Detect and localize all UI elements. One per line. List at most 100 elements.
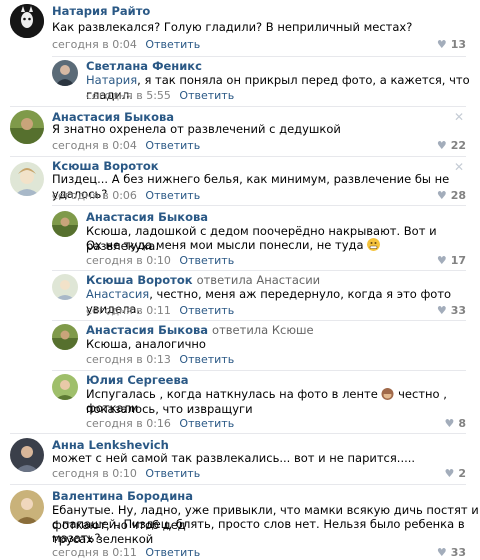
reply-button[interactable]: Ответить [179,254,234,267]
comment-text-line: фоткали [86,401,139,415]
comment-meta: сегодня в 0:06 Ответить [52,189,200,202]
comment-meta: сегодня в 0:10 Ответить [52,467,200,480]
mention-link[interactable]: Анастасия [86,287,149,301]
reply-button[interactable]: Ответить [179,417,234,430]
comment-meta: сегодня в 0:04 Ответить [52,139,200,152]
reply-button[interactable]: Ответить [179,89,234,102]
comment-time[interactable]: сегодня в 0:10 [52,467,137,480]
heart-icon: ♥ [444,417,455,430]
reply-button[interactable]: Ответить [179,304,234,317]
reply-button[interactable]: Ответить [145,38,200,51]
comment-time[interactable]: сегодня в 0:04 [52,38,137,51]
comment-author[interactable]: Анна Lenkshevich [52,438,169,452]
comment-author[interactable]: Анастасия Быкова [86,210,208,224]
like-button[interactable]: ♥ 28 [437,189,466,202]
avatar-image [52,60,78,86]
separator [10,433,466,434]
comment-text: Как развлекался? Голую гладили? В неприл… [52,20,413,34]
mention-link[interactable]: Натария [86,73,137,87]
heart-icon: ♥ [436,38,447,51]
like-count: 13 [450,38,466,51]
comment-meta: сегодня в 0:11 Ответить [52,546,200,559]
reply-button[interactable]: Ответить [145,189,200,202]
like-count: 33 [450,546,466,559]
avatar-image [10,490,44,524]
comment-author[interactable]: Ксюша Вороток ответила Анастасии [86,273,320,287]
comment-meta: сегодня в 0:10 Ответить [86,254,234,267]
like-button[interactable]: ♥ 2 [444,467,466,480]
comment-meta: сегодня в 0:11 Ответить [86,304,234,317]
separator [52,270,466,271]
like-count: 22 [450,139,466,152]
comment-time[interactable]: сегодня в 0:04 [52,139,137,152]
author-name[interactable]: Анастасия Быкова [86,323,208,337]
avatar[interactable] [10,162,44,196]
heart-icon: ♥ [444,467,455,480]
comment-text: Я знатно охренела от развлечений с дедуш… [52,122,341,136]
monkey-emoji-icon [381,388,394,400]
like-count: 33 [450,304,466,317]
like-button[interactable]: ♥ 33 [437,546,466,559]
replied-to-label: ответила Ксюше [212,323,314,337]
comment-author[interactable]: Ксюша Вороток [52,159,159,173]
comment-text: Испугалась , когда наткнулась на фото в … [86,387,480,417]
comment-author[interactable]: Валентина Бородина [52,489,193,503]
like-count: 17 [450,254,466,267]
heart-icon: ♥ [436,546,447,559]
reply-button[interactable]: Ответить [145,546,200,559]
avatar[interactable] [52,211,78,237]
close-icon[interactable]: ✕ [454,110,464,124]
comment-time[interactable]: сегодня в 0:13 [86,353,171,366]
comment-author[interactable]: Анастасия Быкова ответила Ксюше [86,323,314,337]
like-button[interactable]: ♥ 13 [437,38,466,51]
separator [52,320,466,321]
comment-time[interactable]: сегодня в 0:11 [86,304,171,317]
like-button[interactable]: ♥ 8 [444,417,466,430]
comment-time[interactable]: сегодня в 0:11 [52,546,137,559]
reply-button[interactable]: Ответить [145,139,200,152]
author-name[interactable]: Ксюша Вороток [86,273,193,287]
avatar[interactable] [10,4,44,38]
comment-text-line: с папашей. Пиздец, блять, просто слов не… [52,517,465,546]
avatar[interactable] [52,374,78,400]
comment-meta: сегодня в 5:55 Ответить [86,89,234,102]
avatar[interactable] [10,438,44,472]
reply-button[interactable]: Ответить [145,467,200,480]
comment-meta: сегодня в 0:13 Ответить [86,353,234,366]
avatar-image [52,211,78,237]
avatar[interactable] [10,490,44,524]
heart-icon: ♥ [436,254,447,267]
separator [10,156,466,157]
comment-meta: сегодня в 0:16 Ответить [86,417,234,430]
separator [52,370,466,371]
like-button[interactable]: ♥ 17 [437,254,466,267]
comment-time[interactable]: сегодня в 5:55 [86,89,171,102]
heart-icon: ♥ [436,139,447,152]
avatar-image [52,324,78,350]
comment-time[interactable]: сегодня в 0:10 [86,254,171,267]
comment-author[interactable]: Юлия Сергеева [86,373,188,387]
comment-time[interactable]: сегодня в 0:06 [52,189,137,202]
heart-icon: ♥ [436,304,447,317]
avatar[interactable] [52,274,78,300]
separator [52,56,466,57]
comment-author[interactable]: Светлана Феникс [86,59,202,73]
separator [52,205,466,206]
comment-text-body: Испугалась , когда наткнулась на фото в … [86,387,378,401]
like-count: 2 [458,467,466,480]
reply-button[interactable]: Ответить [179,353,234,366]
comment-text: может с ней самой так развлекались... во… [52,451,416,465]
comment-text-body: Ох не туда меня мои мысли понесли, не ту… [86,238,364,252]
like-button[interactable]: ♥ 33 [437,304,466,317]
avatar-image [10,110,44,144]
comment-author[interactable]: Натария Райто [52,4,150,18]
comment-text-line: мазать? [52,531,101,545]
avatar[interactable] [52,60,78,86]
avatar[interactable] [10,110,44,144]
avatar[interactable] [52,324,78,350]
like-count: 8 [458,417,466,430]
like-button[interactable]: ♥ 22 [437,139,466,152]
separator [10,484,466,485]
separator [10,106,466,107]
comment-time[interactable]: сегодня в 0:16 [86,417,171,430]
